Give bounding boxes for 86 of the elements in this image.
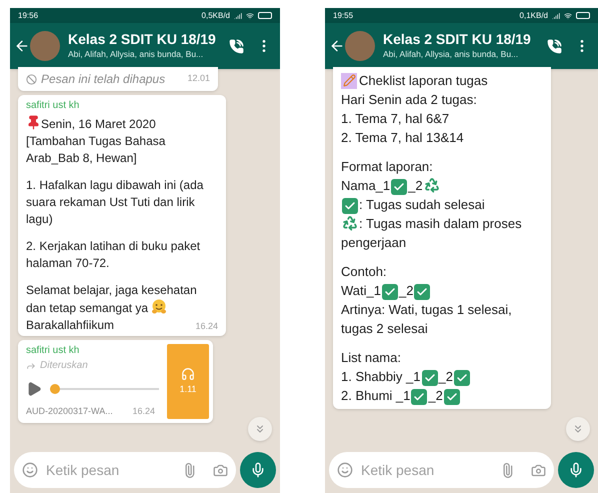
message-text: Artinya: Wati, tugas 1 selesai, tugas 2 selesai bbox=[341, 302, 512, 336]
message-text: _2 bbox=[428, 388, 443, 403]
message-text: Hari Senin ada 2 tugas: bbox=[341, 92, 477, 107]
scroll-down-button[interactable] bbox=[248, 417, 272, 441]
prohibited-icon bbox=[26, 74, 37, 84]
status-time: 19:56 bbox=[18, 10, 38, 22]
double-chevron-down-icon[interactable] bbox=[572, 423, 584, 435]
check-box-icon bbox=[422, 370, 438, 386]
message-text: 1. Shabbiy _1 bbox=[341, 369, 421, 384]
message-time: 16.24 bbox=[195, 320, 218, 332]
sender-name: safitri ust kh bbox=[26, 344, 80, 358]
signal-icon bbox=[234, 12, 242, 20]
message-time: 12.01 bbox=[187, 72, 210, 86]
message-text: [Tambahan Tugas Bahasa Arab_Bab 8, Hewan] bbox=[26, 134, 166, 165]
status-time: 19:55 bbox=[333, 10, 354, 22]
audio-file-name: AUD-20200317-WA... bbox=[26, 405, 113, 418]
add-call-icon[interactable] bbox=[547, 38, 562, 54]
chat-participants: Abi, Alifah, Allysia, anis bunda, Bu... bbox=[383, 48, 520, 61]
check-box-icon bbox=[414, 284, 430, 300]
audio-progress-thumb[interactable] bbox=[50, 384, 60, 394]
double-chevron-down-icon[interactable] bbox=[254, 423, 266, 435]
message-text: : Tugas sudah selesai bbox=[359, 197, 485, 212]
signal-icon bbox=[552, 12, 560, 20]
microphone-button[interactable] bbox=[558, 452, 594, 488]
add-call-icon[interactable] bbox=[229, 38, 244, 54]
check-box-icon bbox=[391, 179, 408, 195]
message-text: Wati_1 bbox=[341, 283, 381, 298]
message-text: List nama: bbox=[341, 350, 401, 365]
wifi-icon bbox=[246, 12, 254, 20]
recycle-icon bbox=[342, 215, 358, 231]
check-box-icon bbox=[454, 370, 470, 386]
message-text: dan tetap semangat ya bbox=[26, 301, 148, 315]
back-arrow-icon[interactable] bbox=[329, 38, 345, 54]
smiley-icon[interactable] bbox=[22, 462, 38, 478]
message-input[interactable]: Ketik pesan bbox=[361, 460, 492, 480]
network-speed: 0,5KB/d bbox=[202, 10, 230, 22]
message-text: pengerjaan bbox=[341, 235, 406, 250]
camera-icon[interactable] bbox=[213, 462, 228, 478]
network-speed: 0,1KB/d bbox=[520, 10, 548, 22]
message-input-field[interactable]: Ketik pesan bbox=[329, 452, 554, 488]
play-button[interactable] bbox=[26, 381, 42, 397]
audio-duration: 1.11 bbox=[180, 382, 196, 396]
message-text: 1. Tema 7, hal 6&7 bbox=[341, 111, 450, 126]
message-time: 16.24 bbox=[132, 405, 155, 418]
message-text: _2 bbox=[408, 178, 423, 193]
chat-title[interactable]: Kelas 2 SDIT KU 18/19 bbox=[383, 31, 535, 48]
message-text: 2. Tema 7, hal 13&14 bbox=[341, 130, 464, 145]
deleted-message-text: Pesan ini telah dihapus bbox=[41, 71, 166, 88]
message-text: Contoh: bbox=[341, 264, 387, 279]
smiley-icon[interactable] bbox=[337, 462, 353, 478]
pencil-icon bbox=[341, 72, 357, 88]
message-text: : Tugas masih dalam proses bbox=[359, 216, 522, 231]
chat-title[interactable]: Kelas 2 SDIT KU 18/19 bbox=[68, 31, 217, 48]
message-text: _2 bbox=[398, 283, 414, 298]
chat-participants: Abi, Alifah, Allysia, anis bunda, Bu... bbox=[68, 48, 204, 61]
message-text: Senin, 16 Maret 2020 bbox=[41, 117, 156, 131]
message-text: 2. Bhumi _1 bbox=[341, 388, 410, 403]
pushpin-icon bbox=[26, 115, 41, 130]
message-text: _2 bbox=[438, 369, 453, 384]
microphone-icon[interactable] bbox=[568, 462, 584, 478]
battery-icon bbox=[258, 12, 272, 19]
recycle-icon bbox=[424, 177, 440, 193]
forward-icon bbox=[26, 360, 36, 370]
check-box-icon bbox=[342, 198, 358, 214]
sender-name: safitri ust kh bbox=[26, 99, 80, 113]
scroll-down-button[interactable] bbox=[566, 417, 590, 441]
message-text: Selamat belajar, jaga kesehatan bbox=[26, 283, 197, 297]
message-text: 1. Hafalkan lagu dibawah ini (ada suara rekaman Ust Tuti dan lirik lagu) bbox=[26, 178, 204, 226]
message-input-field[interactable]: Ketik pesan bbox=[14, 452, 236, 488]
microphone-button[interactable] bbox=[240, 452, 276, 488]
camera-icon[interactable] bbox=[531, 462, 546, 478]
message-text: Cheklist laporan tugas bbox=[359, 73, 488, 88]
check-box-icon bbox=[411, 389, 428, 405]
check-box-icon bbox=[444, 389, 460, 405]
battery-icon bbox=[576, 12, 590, 19]
message-text: 2. Kerjakan latihan di buku paket halaman 70-72. bbox=[26, 239, 200, 270]
message-text: Barakallahfiikum bbox=[26, 318, 114, 332]
microphone-icon[interactable] bbox=[250, 462, 266, 478]
check-box-icon bbox=[382, 284, 398, 300]
wifi-icon bbox=[564, 12, 572, 20]
message-text: Format laporan: bbox=[341, 159, 433, 174]
forwarded-label: Diteruskan bbox=[40, 359, 88, 373]
message-input[interactable]: Ketik pesan bbox=[46, 460, 174, 480]
hugging-face-icon bbox=[151, 299, 168, 315]
headphones-icon bbox=[181, 366, 195, 380]
message-text: Nama_1 bbox=[341, 178, 390, 193]
